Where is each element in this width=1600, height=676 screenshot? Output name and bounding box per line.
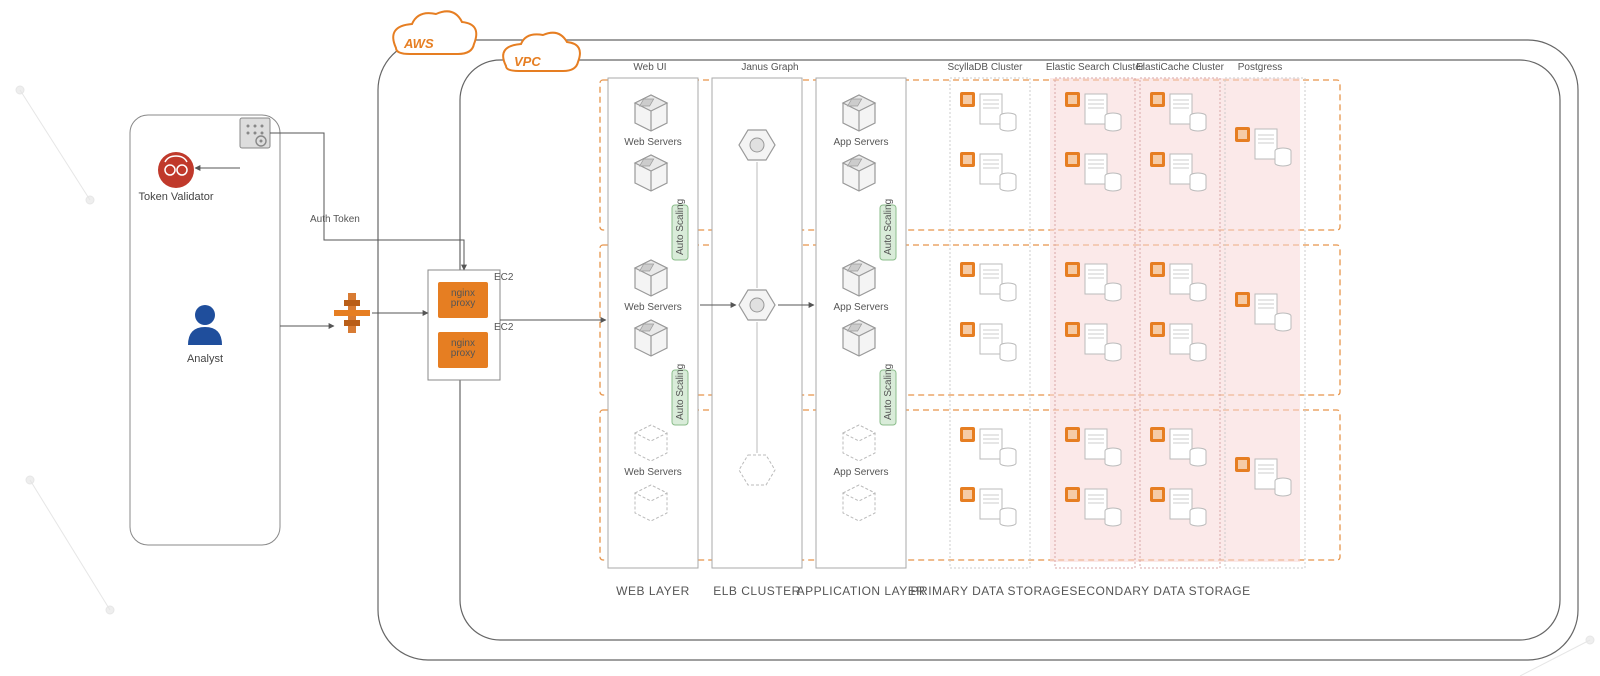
svg-text:Web Servers: Web Servers <box>624 467 682 478</box>
svg-text:Auto Scaling: Auto Scaling <box>675 364 686 420</box>
svg-text:App Servers: App Servers <box>833 302 888 313</box>
analyst-label: Analyst <box>187 353 223 365</box>
svg-text:App Servers: App Servers <box>833 467 888 478</box>
svg-text:Auto Scaling: Auto Scaling <box>883 364 894 420</box>
wire-auth-proxy <box>324 226 464 270</box>
aws-region <box>378 40 1578 660</box>
lbl-secondary: SECONDARY DATA STORAGE <box>1069 584 1250 598</box>
vpc-cloud-icon: VPC <box>503 33 580 71</box>
svg-text:proxy: proxy <box>451 298 475 309</box>
svg-text:Auto Scaling: Auto Scaling <box>675 199 686 255</box>
vpc-label: VPC <box>514 54 541 69</box>
svg-text:Web Servers: Web Servers <box>624 302 682 313</box>
aws-label: AWS <box>403 36 434 51</box>
settings-card-icon <box>240 118 270 148</box>
autoscale-web-2: Auto Scaling <box>672 364 688 425</box>
token-validator-icon <box>158 152 194 188</box>
lbl-primary: PRIMARY DATA STORAGE <box>911 584 1070 598</box>
svg-text:Auto Scaling: Auto Scaling <box>883 199 894 255</box>
lbl-elb: ELB CLUSTER <box>713 584 801 598</box>
lbl-weblayer: WEB LAYER <box>616 584 690 598</box>
svg-text:Web Servers: Web Servers <box>624 137 682 148</box>
auth-token-label: Auth Token <box>310 214 360 225</box>
autoscale-app-2: Auto Scaling <box>880 364 896 425</box>
svg-text:EC2: EC2 <box>494 322 514 333</box>
hdr-webui: Web UI <box>633 62 666 73</box>
svg-text:proxy: proxy <box>451 348 475 359</box>
scylla-nodes <box>958 90 1018 533</box>
lbl-applayer: APPLICATION LAYER <box>797 584 926 598</box>
api-gateway-icon <box>334 293 370 333</box>
autoscale-web-1: Auto Scaling <box>672 199 688 260</box>
aws-cloud-icon: AWS <box>393 11 476 54</box>
token-validator-label: Token Validator <box>138 191 213 203</box>
svg-text:EC2: EC2 <box>494 272 514 283</box>
hdr-janus: Janus Graph <box>741 62 798 73</box>
svg-text:App Servers: App Servers <box>833 137 888 148</box>
autoscale-app-1: Auto Scaling <box>880 199 896 260</box>
hdr-pg: Postgress <box>1238 62 1282 73</box>
hdr-ec: ElastiCache Cluster <box>1136 62 1224 73</box>
hdr-scylla: ScyllaDB Cluster <box>947 62 1023 73</box>
hdr-es: Elastic Search Cluster <box>1046 62 1145 73</box>
